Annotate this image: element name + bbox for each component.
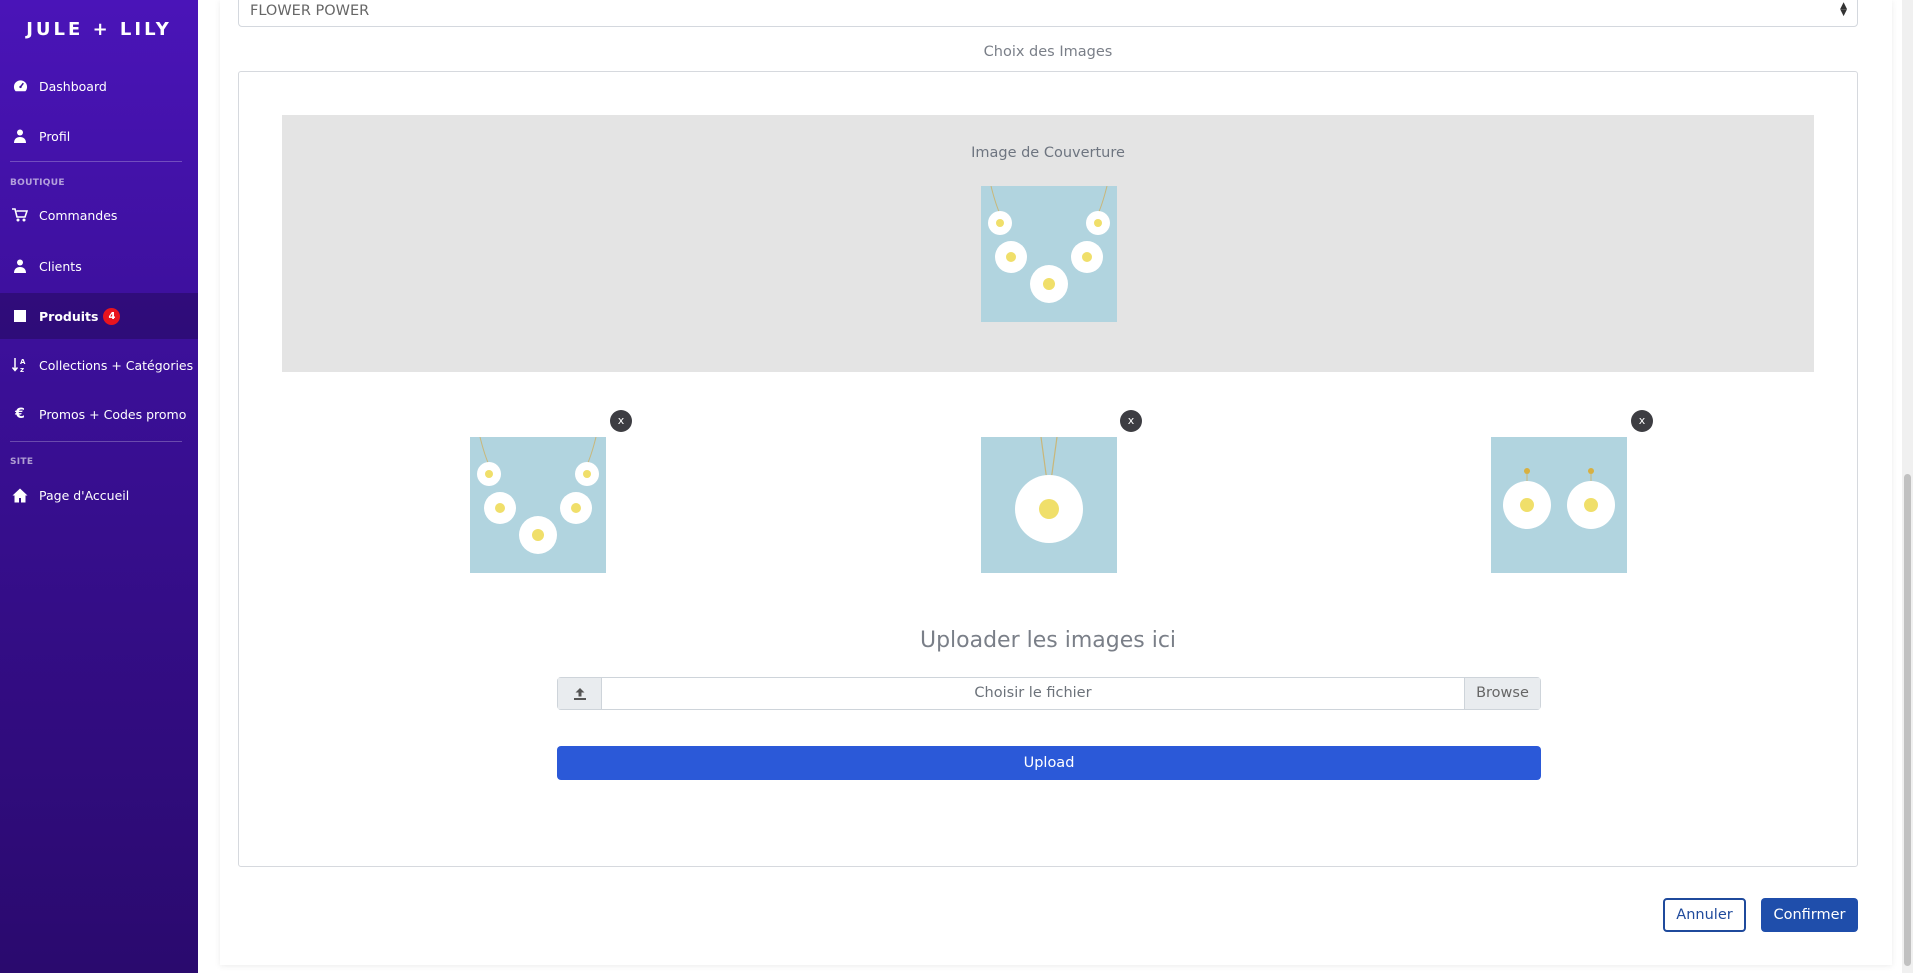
sidebar-item-produits[interactable]: Produits 4 <box>0 293 198 339</box>
section-label-site: SITE <box>10 457 34 467</box>
upload-section-title: Uploader les images ici <box>919 628 1177 653</box>
cover-image-thumbnail[interactable] <box>981 186 1117 322</box>
images-section-title: Choix des Images <box>983 44 1113 60</box>
brand-logo[interactable]: JULE + LILY <box>0 0 198 58</box>
sidebar-divider <box>10 441 182 442</box>
dashboard-icon <box>11 78 29 94</box>
sidebar-item-label: Collections + Catégories <box>39 357 194 373</box>
remove-image-button[interactable]: x <box>610 410 632 432</box>
sidebar-item-profil[interactable]: Profil <box>0 114 198 158</box>
sidebar-item-commandes[interactable]: Commandes <box>0 193 198 237</box>
user-icon <box>11 128 29 144</box>
sort-az-icon: Az <box>11 357 29 373</box>
upload-button[interactable]: Upload <box>557 746 1541 780</box>
square-icon <box>11 308 29 324</box>
browse-button[interactable]: Browse <box>1464 678 1540 709</box>
sidebar-item-label: Page d'Accueil <box>39 487 130 503</box>
svg-text:z: z <box>20 366 24 373</box>
sidebar-item-dashboard[interactable]: Dashboard <box>0 64 198 108</box>
remove-image-button[interactable]: x <box>1631 410 1653 432</box>
collection-select[interactable]: FLOWER POWER ▲ ▼ <box>238 0 1858 27</box>
confirm-button[interactable]: Confirmer <box>1761 898 1858 932</box>
sidebar-item-label: Commandes <box>39 207 118 223</box>
scrollbar-thumb[interactable] <box>1904 474 1911 966</box>
svg-text:A: A <box>20 358 26 366</box>
sidebar-item-promos[interactable]: € Promos + Codes promo <box>0 392 198 436</box>
sidebar-item-label: Dashboard <box>39 78 107 94</box>
euro-icon: € <box>15 406 25 422</box>
remove-image-button[interactable]: x <box>1120 410 1142 432</box>
select-arrows-icon: ▲ ▼ <box>1840 1 1847 18</box>
gallery-image-thumbnail[interactable] <box>1491 437 1627 573</box>
sidebar-divider <box>10 161 182 162</box>
cart-icon <box>11 207 29 223</box>
gallery-image-thumbnail[interactable] <box>981 437 1117 573</box>
sidebar: JULE + LILY Dashboard Profil BOUTIQUE Co… <box>0 0 198 973</box>
sidebar-item-page-accueil[interactable]: Page d'Accueil <box>0 473 198 517</box>
sidebar-item-collections[interactable]: Az Collections + Catégories <box>0 343 198 387</box>
home-icon <box>11 487 29 503</box>
sidebar-item-label: Promos + Codes promo <box>39 406 187 422</box>
file-input-group[interactable]: Choisir le fichier Browse <box>557 677 1541 710</box>
cancel-button[interactable]: Annuler <box>1663 898 1746 932</box>
upload-icon <box>558 678 602 709</box>
sidebar-item-clients[interactable]: Clients <box>0 244 198 288</box>
notification-badge: 4 <box>103 307 121 325</box>
gallery-image-thumbnail[interactable] <box>470 437 606 573</box>
cover-image-label: Image de Couverture <box>971 145 1125 161</box>
collection-select-value: FLOWER POWER <box>250 2 370 19</box>
section-label-boutique: BOUTIQUE <box>10 178 65 188</box>
daisy-flower <box>988 211 1012 235</box>
sidebar-item-label: Clients <box>39 258 82 274</box>
file-input[interactable]: Choisir le fichier <box>602 678 1464 709</box>
sidebar-item-label: Produits <box>39 308 99 324</box>
sidebar-item-label: Profil <box>39 128 71 144</box>
user-icon <box>11 258 29 274</box>
